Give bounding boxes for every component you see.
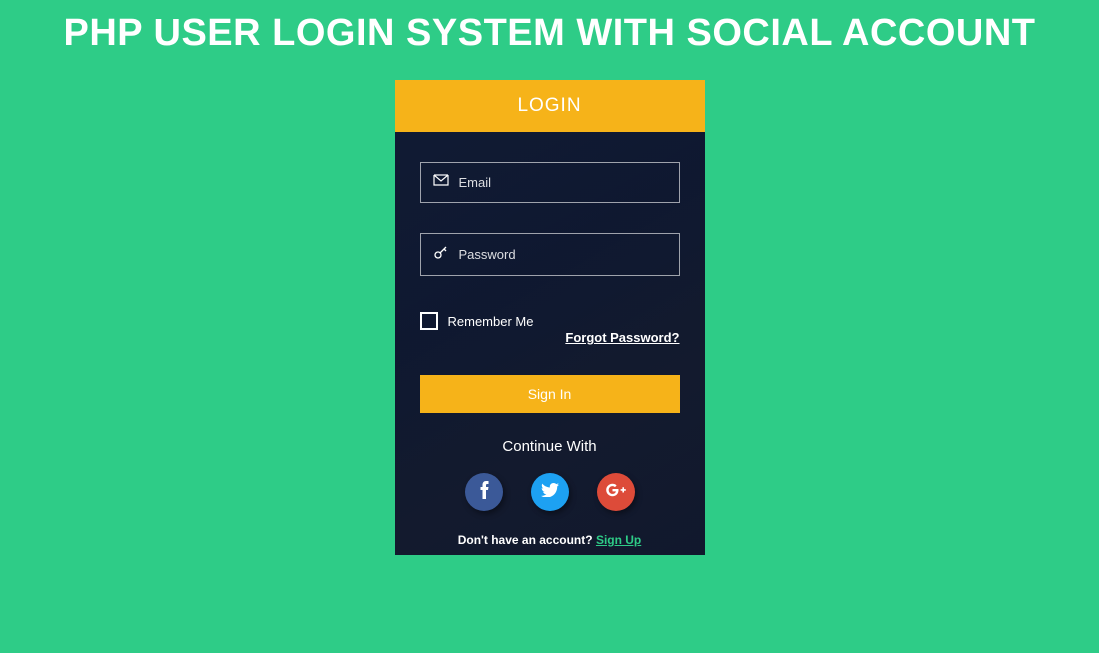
login-body: Forgot Password? Remember Me Sign In Con…: [395, 132, 705, 555]
facebook-icon: [479, 481, 489, 504]
remember-label: Remember Me: [448, 314, 534, 329]
continue-with-label: Continue With: [420, 438, 680, 455]
password-group: [420, 233, 680, 276]
signup-prompt-row: Don't have an account? Sign Up: [420, 533, 680, 547]
password-input[interactable]: [459, 247, 667, 262]
signup-link[interactable]: Sign Up: [596, 533, 641, 547]
google-plus-icon: [606, 483, 626, 502]
email-icon: [433, 173, 459, 192]
remember-group: Remember Me: [420, 312, 534, 330]
social-buttons-row: [420, 473, 680, 511]
login-header: LOGIN: [395, 80, 705, 132]
options-row: Forgot Password? Remember Me: [420, 306, 680, 355]
key-icon: [433, 244, 459, 265]
google-login-button[interactable]: [597, 473, 635, 511]
signin-button[interactable]: Sign In: [420, 375, 680, 413]
twitter-login-button[interactable]: [531, 473, 569, 511]
remember-checkbox[interactable]: [420, 312, 438, 330]
forgot-password-link[interactable]: Forgot Password?: [565, 330, 679, 345]
signup-prompt-text: Don't have an account?: [458, 533, 596, 547]
facebook-login-button[interactable]: [465, 473, 503, 511]
email-group: [420, 162, 680, 203]
login-card: LOGIN Forgot Pa: [395, 80, 705, 555]
twitter-icon: [541, 483, 559, 502]
email-input[interactable]: [459, 175, 667, 190]
page-title: PHP USER LOGIN SYSTEM WITH SOCIAL ACCOUN…: [0, 0, 1099, 80]
